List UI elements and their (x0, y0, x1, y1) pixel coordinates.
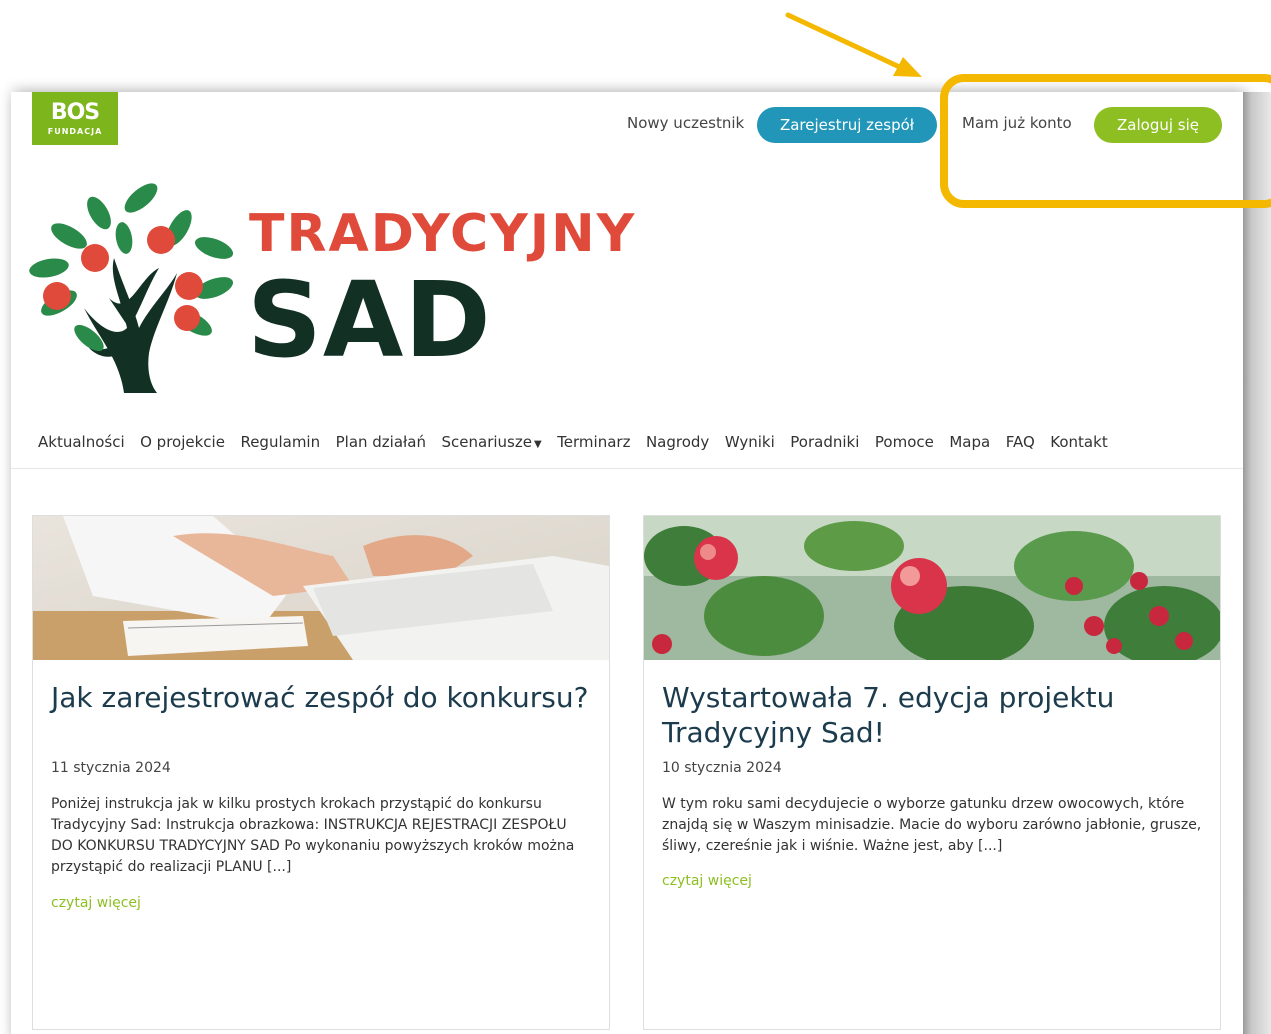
login-button[interactable]: Zaloguj się (1094, 107, 1222, 143)
post-image-apples[interactable] (644, 516, 1220, 660)
logo-sub-text: FUNDACJA (47, 126, 103, 136)
tree-logo-icon[interactable] (29, 178, 241, 398)
post-excerpt: Poniżej instrukcja jak w kilku prostych … (51, 796, 575, 875)
nav-item-scenariusze[interactable]: Scenariusze ▼ (442, 433, 542, 451)
nav-item-aktualnosci[interactable]: Aktualności (38, 433, 125, 451)
post-title[interactable]: Jak zarejestrować zespół do konkursu? (51, 680, 591, 715)
nav-item-kontakt[interactable]: Kontakt (1050, 433, 1107, 451)
nav-item-mapa[interactable]: Mapa (949, 433, 990, 451)
have-account-label: Mam już konto (962, 114, 1072, 132)
post-excerpt: W tym roku sami decydujecie o wyborze ga… (662, 796, 1202, 854)
nav-item-faq[interactable]: FAQ (1006, 433, 1035, 451)
post-card: Jak zarejestrować zespół do konkursu? 11… (32, 515, 610, 1030)
brand-title-line2: SAD (247, 259, 492, 381)
nav-item-poradniki[interactable]: Poradniki (790, 433, 859, 451)
nav-divider (11, 468, 1243, 469)
bos-foundation-logo[interactable]: BOS FUNDACJA (32, 92, 118, 145)
post-card: Wystartowała 7. edycja projektu Tradycyj… (643, 515, 1221, 1030)
website-page: BOS FUNDACJA Nowy uczestnik Zarejestruj … (11, 92, 1243, 1034)
window-edge-shadow (1243, 92, 1271, 1034)
nav-item-regulamin[interactable]: Regulamin (240, 433, 320, 451)
caret-down-icon: ▼ (533, 439, 542, 450)
nav-item-wyniki[interactable]: Wyniki (725, 433, 775, 451)
nav-item-nagrody[interactable]: Nagrody (646, 433, 709, 451)
nav-item-plan-dzialan[interactable]: Plan działań (336, 433, 426, 451)
new-participant-label: Nowy uczestnik (627, 114, 745, 132)
post-image-laptop[interactable] (33, 516, 609, 660)
register-team-button[interactable]: Zarejestruj zespół (757, 107, 937, 143)
nav-item-terminarz[interactable]: Terminarz (557, 433, 630, 451)
nav-item-scenariusze-label: Scenariusze (441, 433, 532, 451)
main-navigation: Aktualności O projekcie Regulamin Plan d… (38, 433, 1123, 451)
annotation-arrow-head (893, 57, 922, 77)
post-title[interactable]: Wystartowała 7. edycja projektu Tradycyj… (662, 680, 1202, 750)
nav-item-o-projekcie[interactable]: O projekcie (140, 433, 225, 451)
brand-title-line1: TRADYCYJNY (249, 204, 637, 264)
post-date: 10 stycznia 2024 (662, 760, 782, 776)
annotation-arrow-line (785, 12, 909, 73)
logo-main-text: BOS (50, 99, 100, 125)
read-more-link[interactable]: czytaj więcej (51, 895, 141, 911)
read-more-link[interactable]: czytaj więcej (662, 873, 752, 889)
nav-item-pomoce[interactable]: Pomoce (875, 433, 934, 451)
post-date: 11 stycznia 2024 (51, 760, 171, 776)
